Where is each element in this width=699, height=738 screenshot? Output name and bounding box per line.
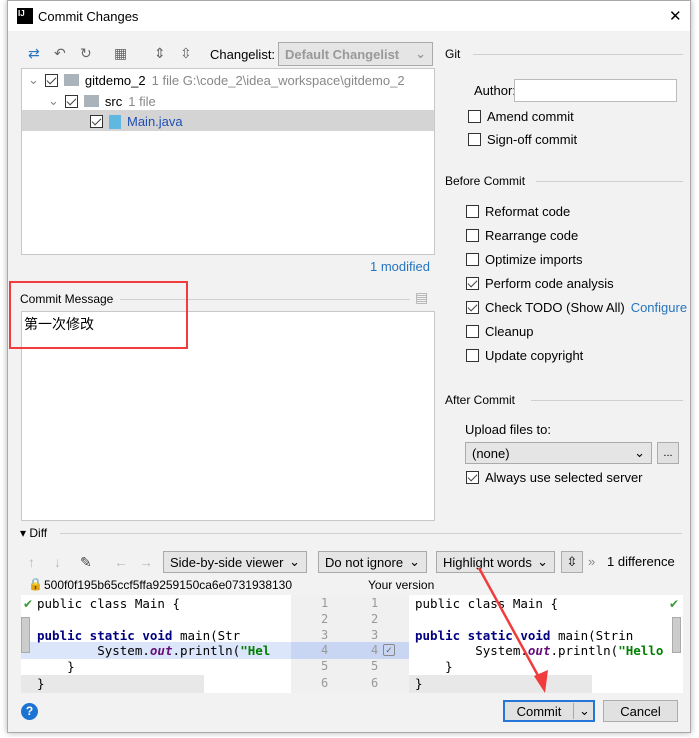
annotation-arrow xyxy=(477,567,548,693)
help-button[interactable]: ? xyxy=(21,703,38,720)
cancel-button[interactable]: Cancel xyxy=(603,700,678,722)
chevron-down-icon[interactable]: ⌄ xyxy=(573,703,590,719)
commit-button[interactable]: Commit ⌄ xyxy=(503,700,595,722)
commit-dialog: IJ Commit Changes ✕ ⇄ ↶ ↻ ▦ ⇕ ⇳ Changeli… xyxy=(7,0,691,733)
